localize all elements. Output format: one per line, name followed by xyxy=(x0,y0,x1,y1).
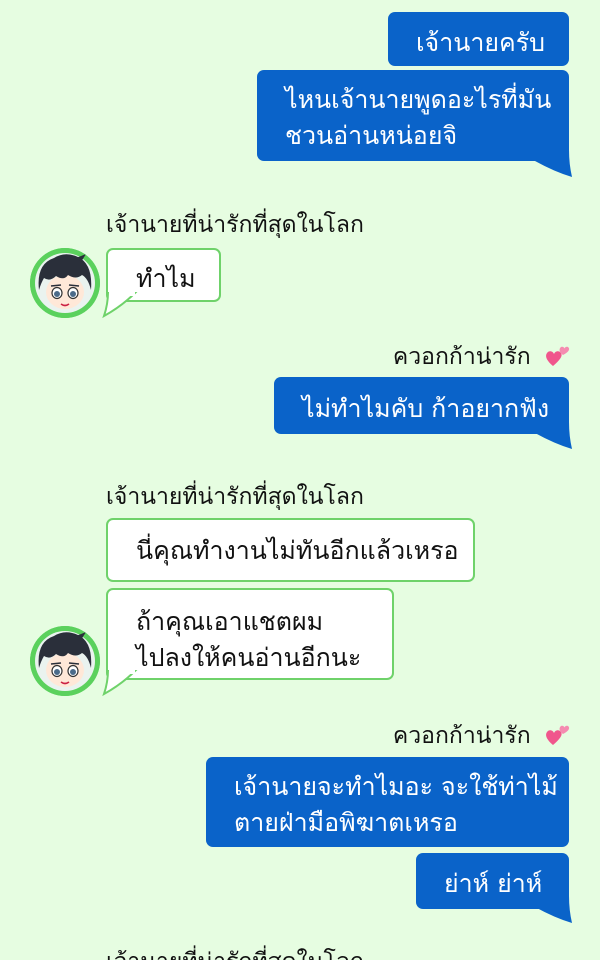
sender-name: เจ้านายที่น่ารักที่สุดในโลก xyxy=(106,484,364,510)
chat-screen: เจ้านายครับ ไหนเจ้านายพูดอะไรที่มัน ชวนอ… xyxy=(0,0,600,960)
message-text: นี่คุณทำงานไม่ทันอีกแล้วเหรอ xyxy=(136,536,459,565)
outgoing-message[interactable]: ไม่ทำไมคับ ก้าอยากฟัง xyxy=(274,377,569,434)
outgoing-message[interactable]: ไหนเจ้านายพูดอะไรที่มัน ชวนอ่านหน่อยจิ xyxy=(257,70,569,161)
message-text: ชวนอ่านหน่อยจิ xyxy=(285,121,458,150)
boy-avatar-icon xyxy=(30,248,100,318)
two-hearts-icon xyxy=(546,725,570,745)
incoming-message[interactable]: ถ้าคุณเอาแชตผม ไปลงให้คนอ่านอีกนะ xyxy=(106,588,394,680)
message-text: เจ้านายจะทำไมอะ จะใช้ท่าไม้ xyxy=(234,772,558,801)
message-text: ไหนเจ้านายพูดอะไรที่มัน xyxy=(285,85,552,114)
message-text: ทำไม xyxy=(136,264,196,293)
boy-avatar-icon xyxy=(30,626,100,696)
sender-label: ควอกก้าน่ารัก xyxy=(392,344,531,370)
contact-avatar[interactable] xyxy=(30,248,100,318)
bubble-tail xyxy=(535,150,572,177)
sender-label: ควอกก้าน่ารัก xyxy=(392,723,531,749)
message-text: ไปลงให้คนอ่านอีกนะ xyxy=(136,643,362,672)
message-text: เจ้านายครับ xyxy=(416,28,546,57)
bubble-tail xyxy=(535,422,572,449)
bubble-tail xyxy=(102,292,138,319)
outgoing-message[interactable]: เจ้านายครับ xyxy=(388,12,569,66)
bubble-tail xyxy=(535,896,572,923)
outgoing-message[interactable]: เจ้านายจะทำไมอะ จะใช้ท่าไม้ ตายฝ่ามือพิฆ… xyxy=(206,757,569,847)
two-hearts-icon xyxy=(546,346,570,366)
message-text: ย่าห์ ย่าห์ xyxy=(444,869,543,898)
incoming-message[interactable]: นี่คุณทำงานไม่ทันอีกแล้วเหรอ xyxy=(106,518,475,582)
message-text: ถ้าคุณเอาแชตผม xyxy=(136,607,324,636)
message-text: ตายฝ่ามือพิฆาตเหรอ xyxy=(234,808,458,837)
bubble-tail xyxy=(102,670,138,697)
contact-avatar[interactable] xyxy=(30,626,100,696)
sender-name: เจ้านายที่น่ารักที่สุดในโลก xyxy=(106,944,364,960)
sender-name: เจ้านายที่น่ารักที่สุดในโลก xyxy=(106,212,364,238)
sender-name-self: ควอกก้าน่ารัก xyxy=(393,339,570,375)
sender-name-self: ควอกก้าน่ารัก xyxy=(393,718,570,754)
message-text: ไม่ทำไมคับ ก้าอยากฟัง xyxy=(302,394,550,423)
